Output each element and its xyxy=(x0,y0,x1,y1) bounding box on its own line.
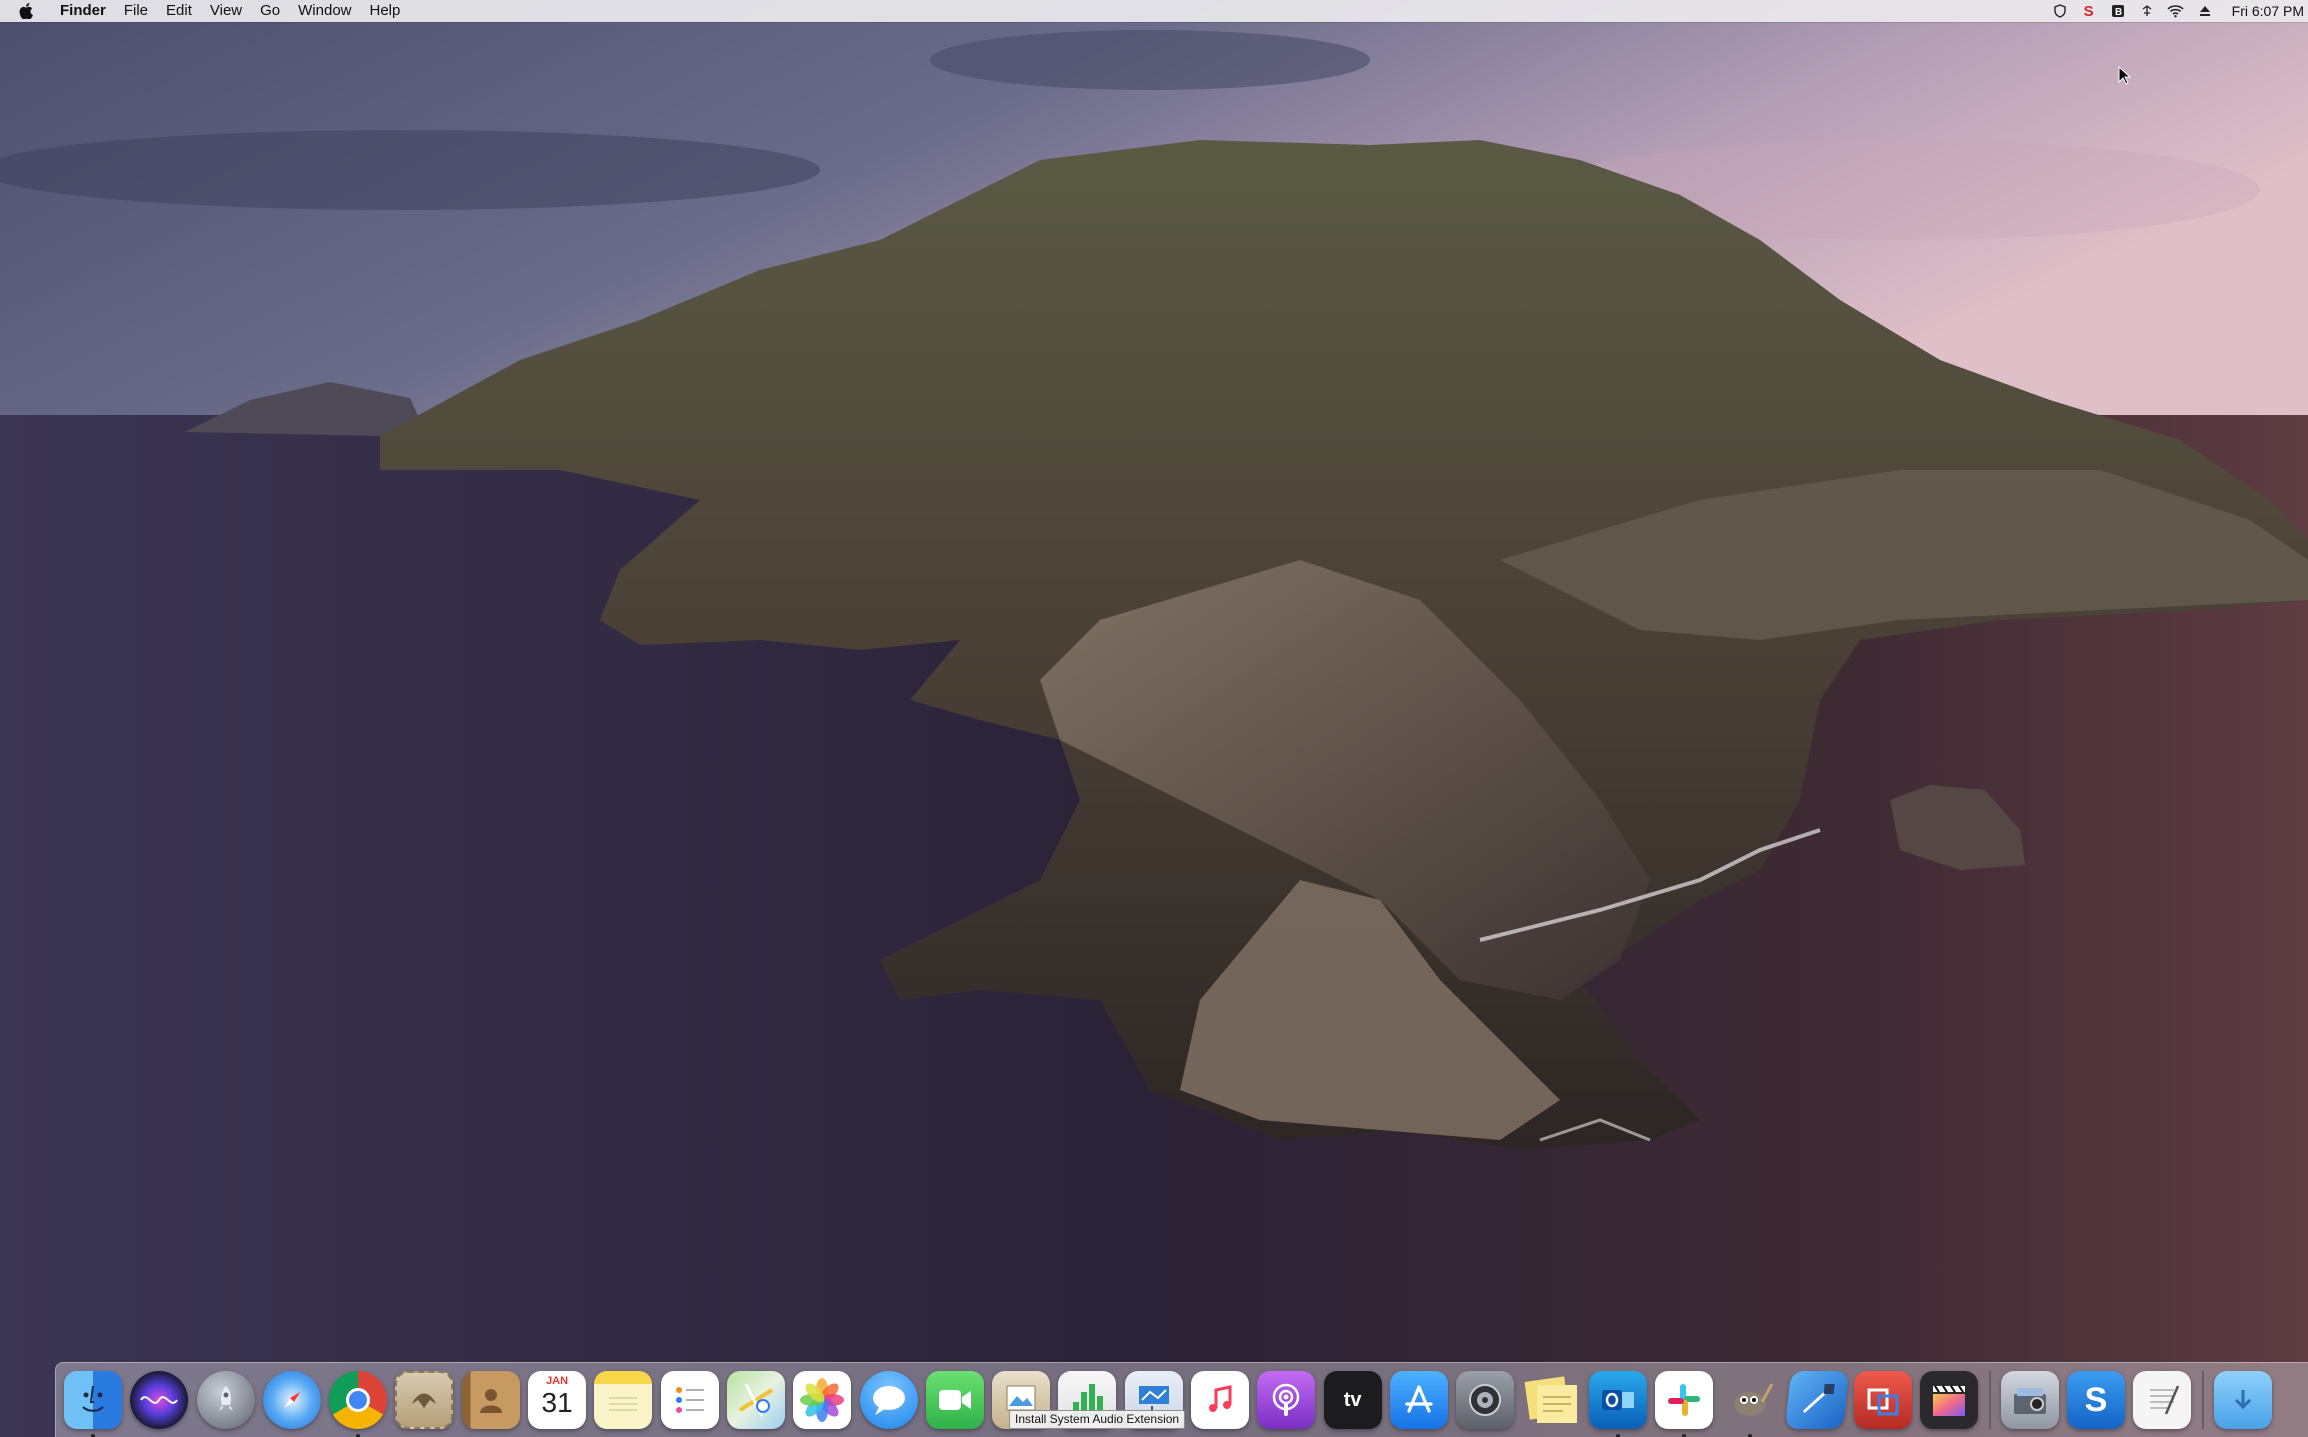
s-app-icon[interactable]: S xyxy=(2066,1371,2125,1429)
dock-tooltip: Install System Audio Extension xyxy=(1009,1410,1186,1429)
tv-icon[interactable]: tv xyxy=(1323,1371,1382,1429)
tv-label: tv xyxy=(1343,1388,1362,1411)
outlook-icon[interactable] xyxy=(1588,1371,1647,1437)
s-app-letter: S xyxy=(2084,1380,2108,1419)
reminders-icon[interactable] xyxy=(660,1371,719,1429)
app-store-icon[interactable] xyxy=(1389,1371,1448,1429)
chrome-icon[interactable] xyxy=(329,1371,388,1437)
menu-go[interactable]: Go xyxy=(260,0,280,22)
menu-view[interactable]: View xyxy=(210,0,242,22)
xcode-icon[interactable] xyxy=(1784,1371,1849,1429)
photos-icon[interactable] xyxy=(793,1371,852,1429)
dock-separator xyxy=(2201,1371,2204,1429)
menu-bar-clock[interactable]: Fri 6:07 PM xyxy=(2232,3,2304,19)
facetime-icon[interactable] xyxy=(925,1371,984,1429)
desktop-wallpaper xyxy=(0,0,2308,1437)
parallels-icon[interactable] xyxy=(1854,1371,1913,1429)
app-s-icon[interactable]: S xyxy=(2080,2,2098,20)
calendar-day: 31 xyxy=(541,1387,573,1418)
app-b-icon[interactable]: B xyxy=(2109,2,2127,20)
maps-icon[interactable] xyxy=(726,1371,785,1429)
podcasts-icon[interactable] xyxy=(1257,1371,1316,1429)
menu-bar-status-area: S B Fri 6:07 PM xyxy=(2040,0,2304,22)
menu-window[interactable]: Window xyxy=(298,0,351,22)
launchpad-icon[interactable] xyxy=(196,1371,255,1429)
svg-text:B: B xyxy=(2115,7,2122,18)
app-menu-finder[interactable]: Finder xyxy=(60,0,106,22)
notes-icon[interactable] xyxy=(594,1371,653,1429)
final-cut-pro-icon[interactable] xyxy=(1920,1371,1979,1429)
gimp-icon[interactable] xyxy=(1721,1371,1779,1437)
wifi-icon[interactable] xyxy=(2167,2,2185,20)
downloads-folder-icon[interactable] xyxy=(2213,1371,2272,1429)
contacts-icon[interactable] xyxy=(461,1371,520,1429)
menu-file[interactable]: File xyxy=(124,0,148,22)
apple-menu-icon[interactable] xyxy=(18,2,34,20)
music-icon[interactable] xyxy=(1191,1371,1250,1429)
messages-icon[interactable] xyxy=(859,1371,918,1429)
safari-icon[interactable] xyxy=(262,1371,321,1429)
calendar-icon[interactable]: JAN 31 xyxy=(528,1371,587,1429)
textedit-icon[interactable] xyxy=(2133,1371,2192,1429)
dock-separator xyxy=(1988,1371,1991,1429)
menu-bar: Finder File Edit View Go Window Help S B xyxy=(0,0,2308,22)
stickies-icon[interactable] xyxy=(1523,1371,1581,1429)
input-icon[interactable] xyxy=(2138,2,2156,20)
slack-icon[interactable] xyxy=(1655,1371,1714,1437)
menu-help[interactable]: Help xyxy=(370,0,401,22)
calendar-month: JAN xyxy=(546,1375,569,1387)
desktop[interactable]: Finder File Edit View Go Window Help S B xyxy=(0,0,2308,1437)
finder-icon[interactable] xyxy=(64,1371,122,1437)
mouse-cursor-icon xyxy=(2118,66,2132,85)
siri-icon[interactable] xyxy=(130,1371,189,1429)
eject-icon[interactable] xyxy=(2196,2,2214,20)
image-capture-icon[interactable] xyxy=(2000,1371,2059,1429)
vpn-shield-icon[interactable] xyxy=(2051,2,2069,20)
mail-icon[interactable] xyxy=(395,1371,454,1429)
menu-bar-left: Finder File Edit View Go Window Help xyxy=(0,0,418,22)
menu-edit[interactable]: Edit xyxy=(166,0,192,22)
system-preferences-icon[interactable] xyxy=(1456,1371,1515,1429)
